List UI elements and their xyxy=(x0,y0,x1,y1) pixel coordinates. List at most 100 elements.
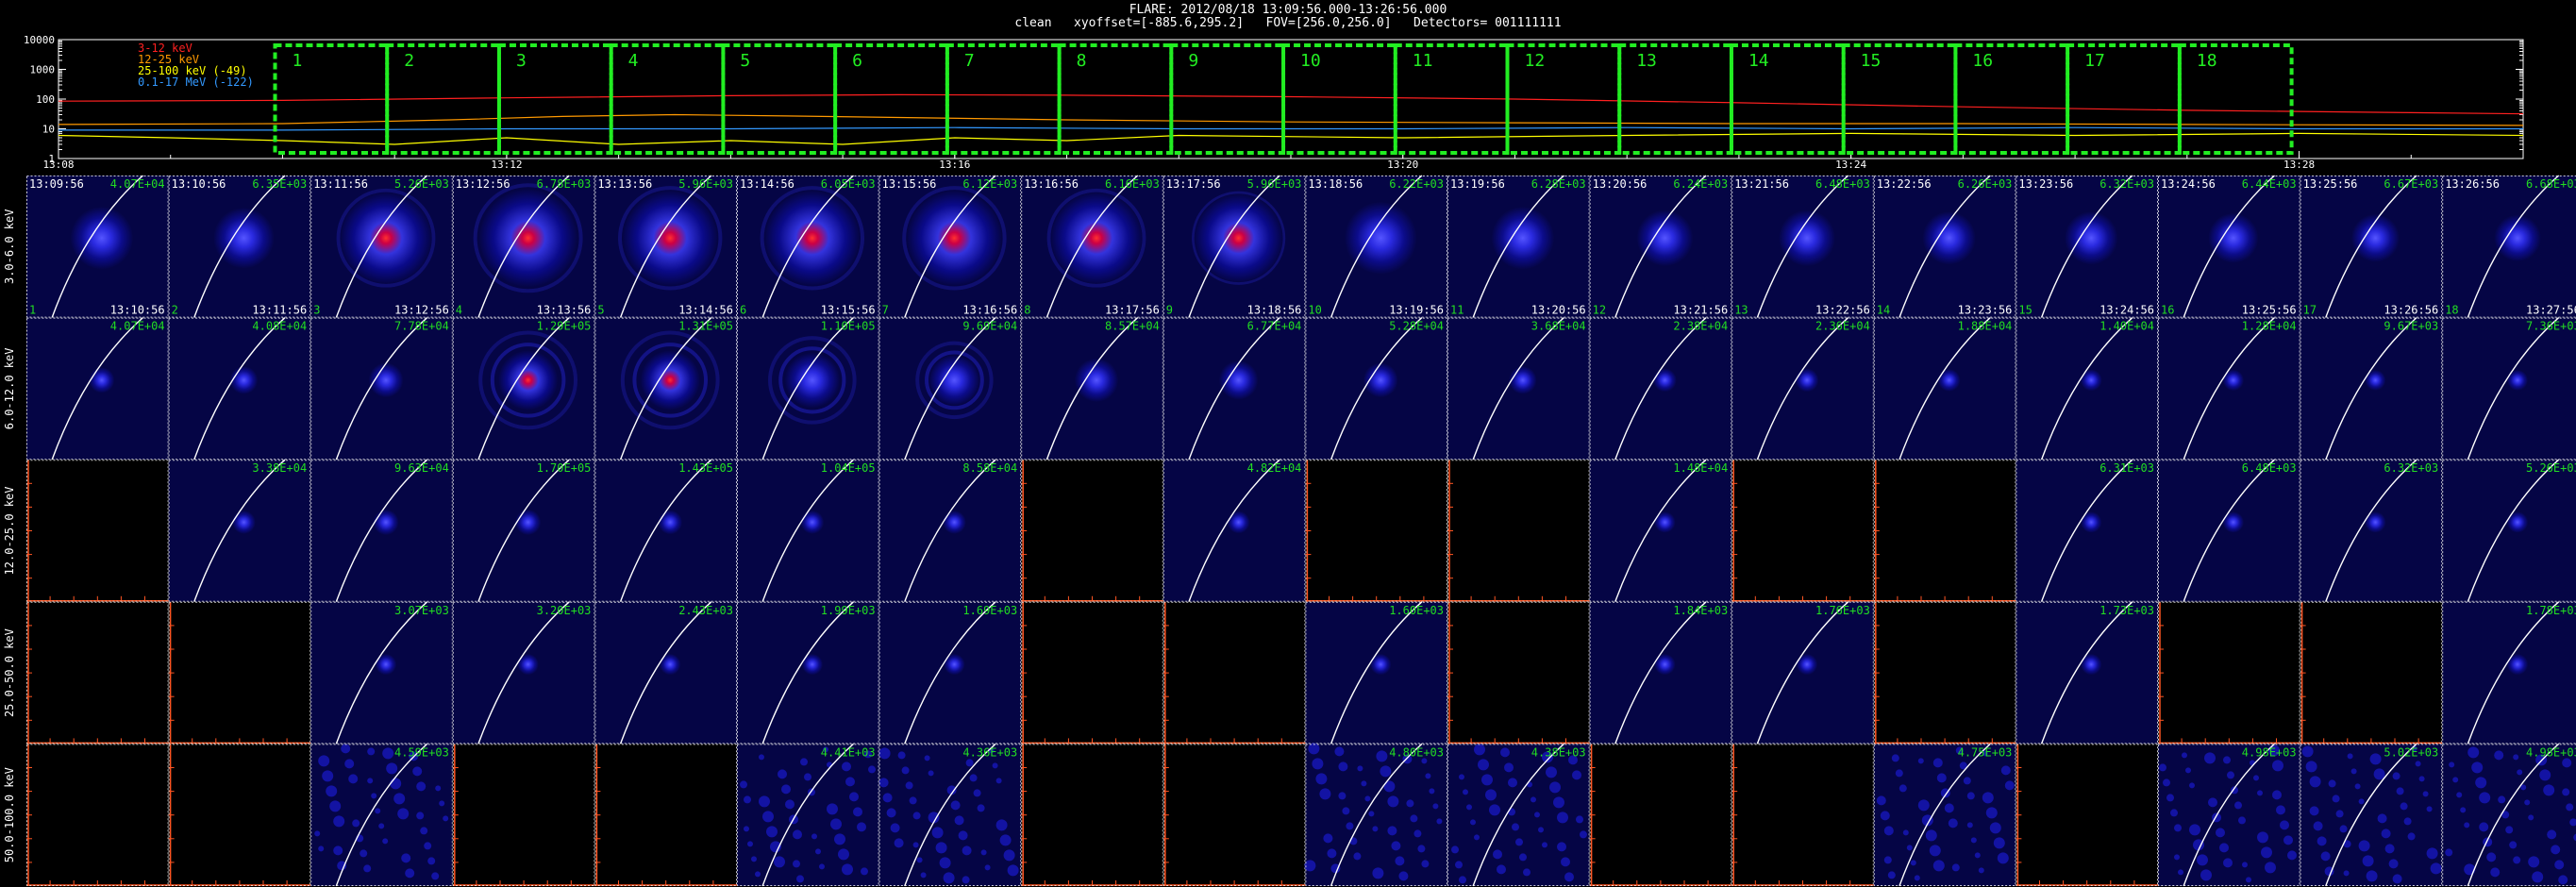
image-cell xyxy=(1021,601,1163,745)
peak-label: 6.32E+03 xyxy=(2099,177,2154,191)
noise-speckle xyxy=(984,864,991,871)
empty-image xyxy=(1589,744,1732,886)
source-blob xyxy=(764,190,861,286)
noise-speckle xyxy=(2532,871,2544,883)
noise-speckle xyxy=(878,747,891,760)
noise-speckle xyxy=(1478,759,1489,771)
source-blob xyxy=(1795,368,1819,393)
source-blob xyxy=(498,350,559,410)
noise-speckle xyxy=(1944,803,1954,813)
source-blob xyxy=(478,189,577,288)
image-cell: 7.78E+04 xyxy=(310,317,453,460)
noise-speckle xyxy=(333,815,345,828)
noise-speckle xyxy=(2449,761,2455,768)
peak-label: 1.43E+05 xyxy=(678,461,733,475)
noise-speckle xyxy=(1380,765,1392,778)
image-cell: 1.76E+03 xyxy=(1731,601,1874,745)
noise-speckle xyxy=(2554,860,2565,870)
noise-speckle xyxy=(1432,803,1439,810)
noise-speckle xyxy=(2471,761,2484,774)
noise-speckle xyxy=(2513,856,2521,864)
image-cell: 4.98E+03 xyxy=(2442,743,2576,887)
noise-speckle xyxy=(1910,860,1916,866)
source-blob xyxy=(1363,362,1398,398)
peak-label: 6.48E+03 xyxy=(1815,177,1870,191)
noise-speckle xyxy=(1895,769,1903,778)
empty-image xyxy=(1873,601,2016,745)
peak-label: 4.41E+03 xyxy=(821,745,876,759)
noise-speckle xyxy=(766,826,778,838)
start-time-label: 13:10:56 xyxy=(172,177,226,191)
noise-speckle xyxy=(1576,815,1583,824)
noise-speckle xyxy=(931,827,944,839)
noise-speckle xyxy=(1883,856,1892,864)
noise-speckle xyxy=(1929,845,1941,857)
start-time-label: 13:17:56 xyxy=(1166,177,1221,191)
noise-speckle xyxy=(1493,849,1502,860)
peak-label: 6.68E+03 xyxy=(2526,177,2576,191)
noise-speckle xyxy=(2460,807,2467,813)
noise-speckle xyxy=(1346,822,1354,830)
image-cell xyxy=(452,744,595,887)
noise-speckle xyxy=(1966,792,1975,800)
image-cell: 1.60E+03 xyxy=(1305,601,1448,745)
noise-speckle xyxy=(1387,826,1397,836)
noise-speckle xyxy=(378,823,385,829)
noise-speckle xyxy=(2426,806,2433,812)
source-blob xyxy=(89,367,115,393)
empty-image xyxy=(1447,460,1590,602)
noise-speckle xyxy=(1974,852,1981,859)
start-time-label: 13:18:56 xyxy=(1308,177,1363,191)
source-blob xyxy=(1194,193,1283,283)
peak-label: 1.04E+05 xyxy=(821,461,876,475)
image-cell: 3.20E+03 xyxy=(452,601,595,745)
image-cell: 5.28E+04 xyxy=(1305,317,1448,460)
empty-image xyxy=(2016,744,2158,886)
image-cell xyxy=(168,601,311,745)
noise-speckle xyxy=(999,834,1012,846)
end-time-label: 13:27:56 xyxy=(2526,304,2576,317)
interval-number: 6 xyxy=(740,304,746,317)
image-cell: 4.38E+03 xyxy=(1447,743,1590,887)
peak-label: 1.31E+05 xyxy=(678,320,733,333)
noise-speckle xyxy=(390,778,402,790)
noise-speckle xyxy=(2317,836,2327,846)
noise-speckle xyxy=(1497,864,1506,875)
image-cell: 6.77E+04 xyxy=(1163,317,1306,460)
start-time-label: 13:26:56 xyxy=(2445,177,2500,191)
noise-speckle xyxy=(2174,824,2182,832)
source-blob xyxy=(2081,653,2102,676)
image-cell: 1.69E+03 xyxy=(878,601,1022,745)
noise-speckle xyxy=(2309,776,2321,788)
empty-image xyxy=(26,460,169,602)
image-cell: 8.57E+04 xyxy=(1021,317,1163,460)
source-blob xyxy=(368,362,404,398)
noise-speckle xyxy=(1883,826,1894,836)
noise-speckle xyxy=(2185,767,2191,774)
peak-label: 6.05E+03 xyxy=(821,177,876,191)
noise-speckle xyxy=(965,759,974,767)
noise-speckle xyxy=(901,766,910,775)
noise-speckle xyxy=(1880,811,1890,821)
noise-speckle xyxy=(2219,843,2229,853)
noise-speckle xyxy=(2301,745,2314,758)
noise-speckle xyxy=(1353,852,1362,861)
noise-speckle xyxy=(793,860,800,868)
peak-label: 6.16E+03 xyxy=(1105,177,1160,191)
image-cell: 6.48E+03 xyxy=(2158,459,2300,603)
peak-label: 5.26E+03 xyxy=(394,177,449,191)
peak-label: 9.67E+03 xyxy=(2384,320,2438,333)
noise-speckle xyxy=(2422,791,2429,797)
noise-speckle xyxy=(1003,849,1015,862)
noise-speckle xyxy=(416,812,425,820)
noise-speckle xyxy=(322,770,334,782)
source-blob xyxy=(1796,653,1818,676)
peak-label: 3.07E+03 xyxy=(394,604,449,617)
interval-number: 14 xyxy=(1877,304,1890,317)
empty-image xyxy=(1021,601,1163,745)
noise-speckle xyxy=(318,845,325,852)
noise-speckle xyxy=(1553,796,1564,809)
interval-number: 17 xyxy=(2303,304,2317,317)
image-cell: 6.44E+03 13:24:56 13:25:56 16 xyxy=(2158,175,2300,318)
noise-speckle xyxy=(2320,851,2331,862)
